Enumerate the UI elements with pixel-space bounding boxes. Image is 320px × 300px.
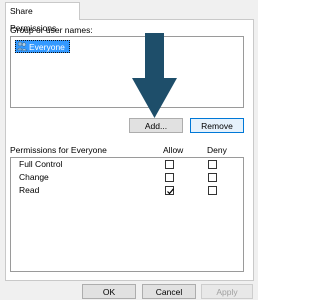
allow-column-header: Allow [163,145,184,155]
ok-button[interactable]: OK [82,284,136,299]
list-item-label: Everyone [29,41,65,52]
full-control-allow-checkbox[interactable] [165,160,174,169]
down-arrow-icon [132,33,177,118]
permission-label-change: Change [19,172,49,182]
apply-button[interactable]: Apply [201,284,253,299]
checkmark-icon [167,188,174,195]
full-control-deny-checkbox[interactable] [208,160,217,169]
read-allow-checkbox[interactable] [165,186,174,195]
share-permissions-dialog: Share Permissions Group or user names: E… [0,0,258,300]
group-user-listbox[interactable]: Everyone [10,36,244,108]
permission-label-full-control: Full Control [19,159,63,169]
add-button[interactable]: Add... [129,118,183,133]
read-deny-checkbox[interactable] [208,186,217,195]
tab-share-permissions[interactable]: Share Permissions [5,2,80,33]
user-group-icon [16,41,28,52]
remove-button[interactable]: Remove [190,118,244,133]
change-deny-checkbox[interactable] [208,173,217,182]
change-allow-checkbox[interactable] [165,173,174,182]
list-item-everyone[interactable]: Everyone [15,40,70,53]
cancel-button[interactable]: Cancel [142,284,196,299]
tab-label: Share Permissions [10,6,57,33]
permissions-header: Permissions for Everyone [10,145,107,155]
permission-label-read: Read [19,185,40,195]
deny-column-header: Deny [207,145,227,155]
